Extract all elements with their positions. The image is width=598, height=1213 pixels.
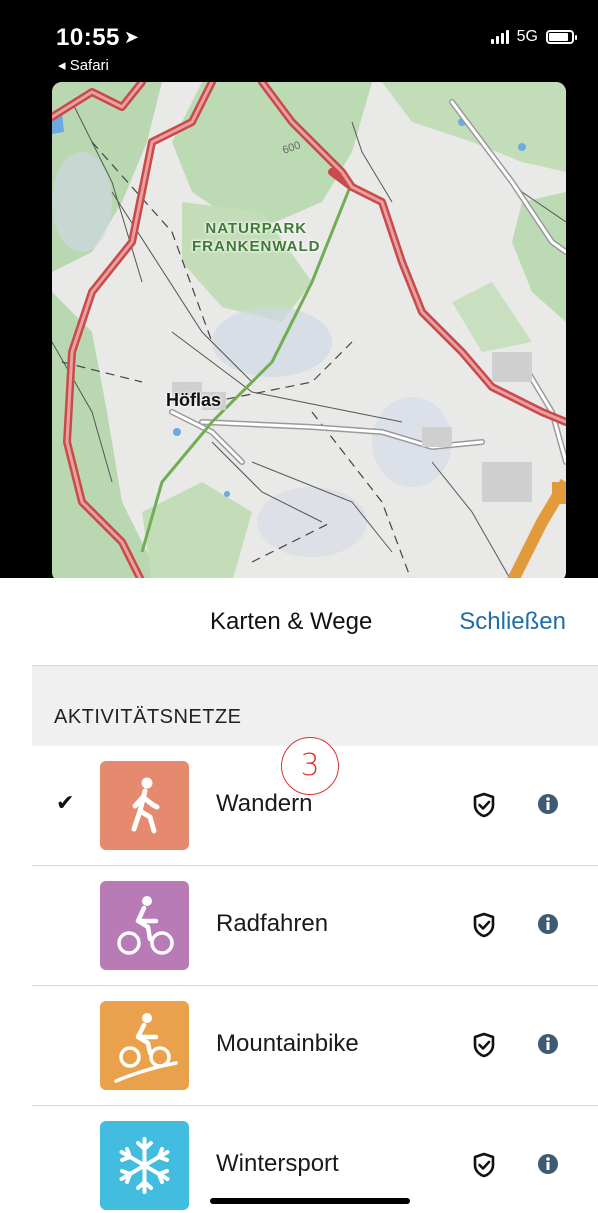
cycling-icon bbox=[100, 881, 189, 970]
info-icon[interactable] bbox=[536, 1152, 560, 1176]
snowflake-icon bbox=[100, 1121, 189, 1210]
back-label: Safari bbox=[69, 57, 109, 74]
park-label-line2: FRANKENWALD bbox=[192, 238, 321, 255]
list-item-mountainbike[interactable]: Mountainbike bbox=[32, 986, 598, 1106]
list-item-label: Mountainbike bbox=[216, 1030, 359, 1057]
shield-check-icon[interactable] bbox=[472, 1032, 496, 1058]
annotation-number: 3 bbox=[281, 737, 339, 795]
info-icon[interactable] bbox=[536, 1032, 560, 1056]
section-title: AKTIVITÄTSNETZE bbox=[54, 706, 242, 728]
list-item-radfahren[interactable]: Radfahren bbox=[32, 866, 598, 986]
battery-icon bbox=[546, 30, 577, 44]
list-item-label: Radfahren bbox=[216, 910, 329, 937]
map-layers-sheet: Karten & Wege Schließen AKTIVITÄTSNETZE … bbox=[0, 578, 598, 1213]
close-button[interactable]: Schließen bbox=[459, 608, 566, 636]
park-label-line1: NATURPARK bbox=[205, 220, 308, 237]
sheet-title: Karten & Wege bbox=[210, 608, 373, 635]
info-icon[interactable] bbox=[536, 912, 560, 936]
shield-check-icon[interactable] bbox=[472, 912, 496, 938]
status-time: 10:55 ➤ bbox=[56, 24, 139, 52]
park-label: NATURPARK FRANKENWALD bbox=[192, 220, 321, 256]
shield-check-icon[interactable] bbox=[472, 792, 496, 818]
status-time-text: 10:55 bbox=[56, 24, 120, 51]
home-indicator[interactable] bbox=[210, 1198, 410, 1204]
mountainbike-icon bbox=[100, 1001, 189, 1090]
back-to-safari-link[interactable]: ◂ Safari bbox=[58, 56, 109, 74]
section-header: AKTIVITÄTSNETZE bbox=[32, 666, 598, 746]
town-label: Höflas bbox=[166, 390, 222, 410]
hiking-icon bbox=[100, 761, 189, 850]
location-arrow-icon: ➤ bbox=[123, 27, 140, 47]
list-item-label: Wintersport bbox=[216, 1150, 339, 1177]
list-item-label: Wandern bbox=[216, 790, 313, 817]
map-graphic: 600 bbox=[52, 82, 566, 582]
map-view[interactable]: 600 NATURPARK FRANKENWALD Höflas bbox=[52, 82, 566, 582]
list-item-wintersport[interactable]: Wintersport bbox=[32, 1106, 598, 1213]
shield-check-icon[interactable] bbox=[472, 1152, 496, 1178]
checkmark-icon: ✔ bbox=[56, 790, 75, 815]
status-indicators: 5G bbox=[490, 28, 577, 46]
signal-icon bbox=[490, 30, 509, 44]
network-label: 5G bbox=[516, 28, 538, 45]
sheet-header: Karten & Wege Schließen bbox=[32, 578, 598, 666]
status-bar: 10:55 ➤ ◂ Safari 5G bbox=[0, 0, 598, 80]
info-icon[interactable] bbox=[536, 792, 560, 816]
